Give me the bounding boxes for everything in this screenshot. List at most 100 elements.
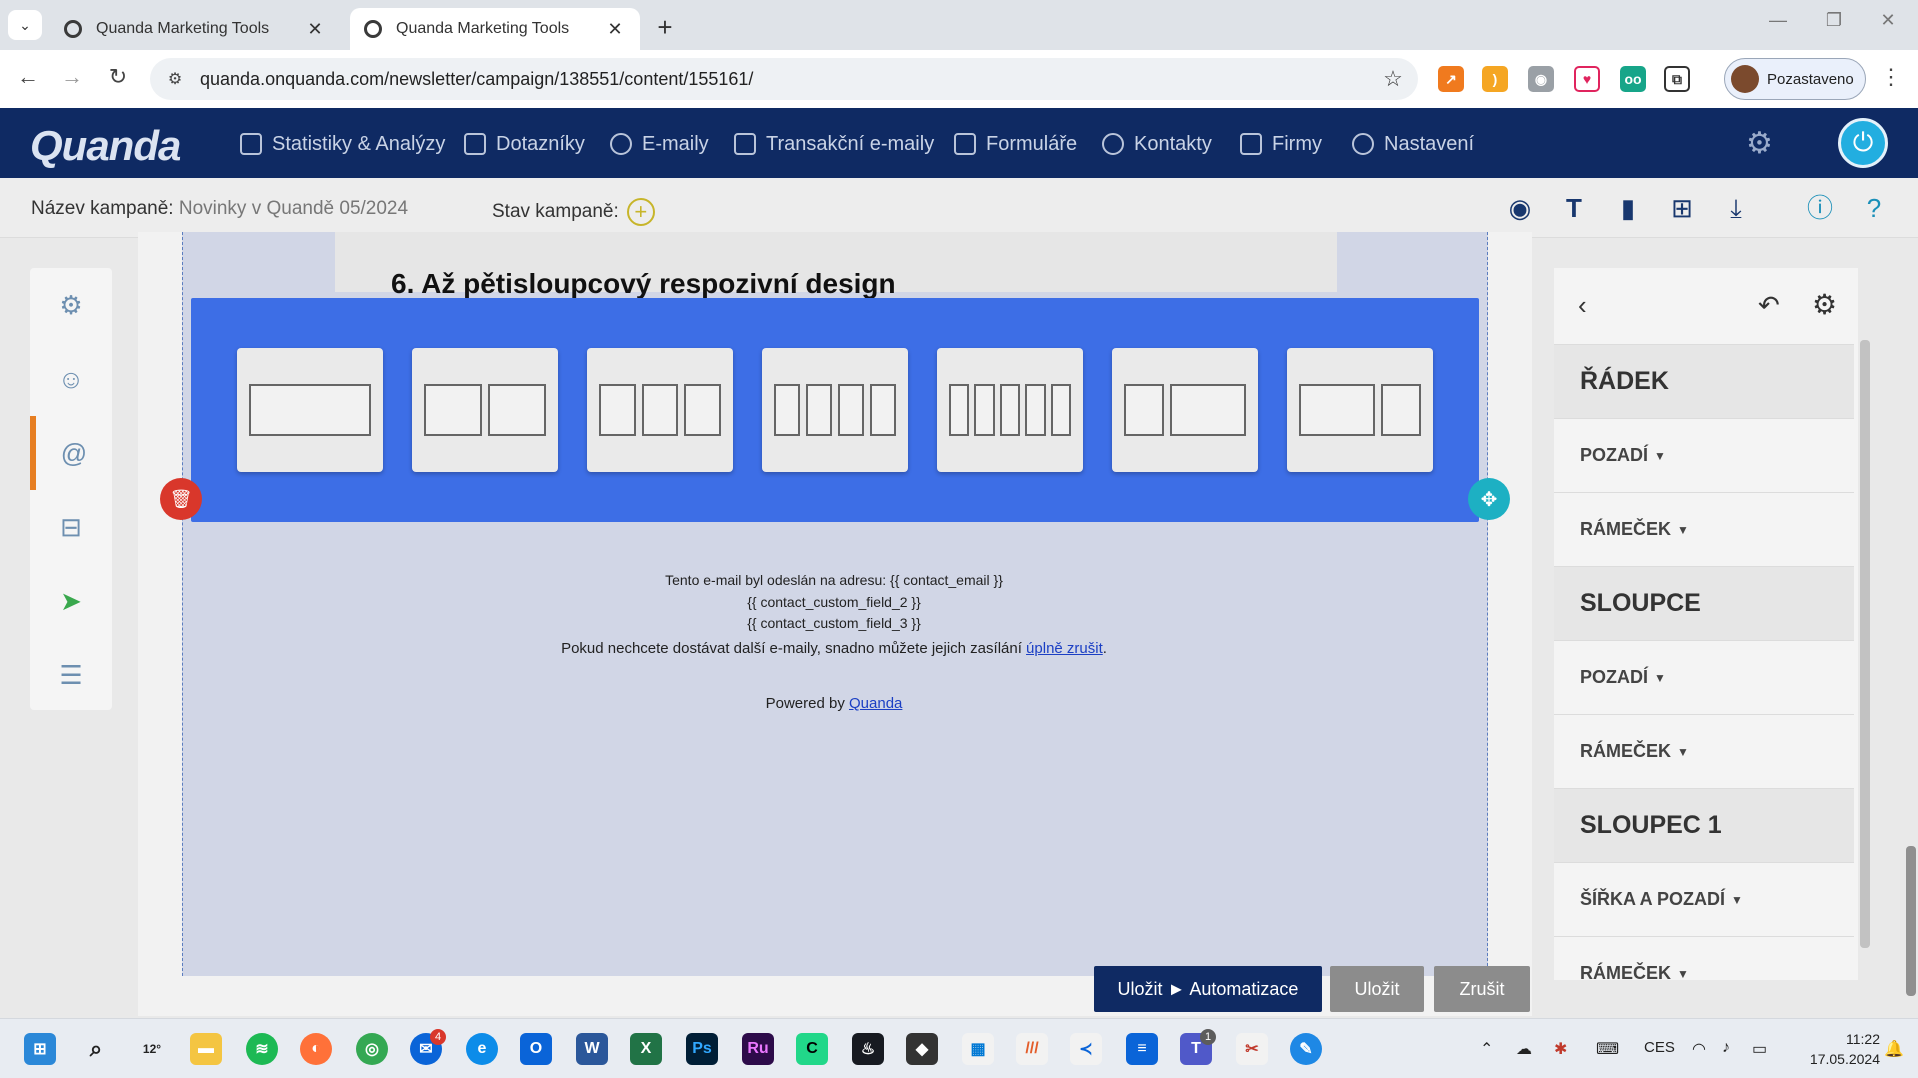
menu-item-statistics[interactable]: Statistiky & Analýzy [240,130,445,158]
column-width-background-toggle[interactable]: ŠÍŘKA A POZADÍ ▼ [1554,862,1854,936]
quanda-logo[interactable]: Quanda [30,122,181,170]
minimize-icon[interactable]: — [1756,10,1800,31]
email-heading[interactable]: 6. Až pětisloupcový respozivní design [391,268,896,300]
extensions-puzzle-icon[interactable]: ⧉ [1664,66,1690,92]
powered-by-link[interactable]: Quanda [849,695,902,712]
settings-gear-icon[interactable]: ⚙ [1746,126,1773,161]
reload-icon[interactable]: ↻ [102,64,134,90]
keyboard-icon[interactable]: ⌨ [1596,1039,1619,1059]
url-text[interactable]: quanda.onquanda.com/newsletter/campaign/… [200,69,1368,90]
restore-icon[interactable]: ❐ [1812,10,1856,31]
inkscape-icon[interactable]: ◆ [906,1033,938,1065]
download-document-icon[interactable]: ⤓ [1720,192,1752,224]
properties-scrollbar[interactable] [1860,340,1870,948]
vscode-icon[interactable]: ≺ [1070,1033,1102,1065]
store-icon[interactable]: ▦ [962,1033,994,1065]
row-background-toggle[interactable]: POZADÍ ▼ [1554,418,1854,492]
new-document-icon[interactable]: ⊞ [1666,192,1698,224]
weather-icon[interactable]: 12° [136,1033,168,1065]
email-at-icon[interactable]: @ [30,416,112,490]
battery-icon[interactable]: ▭ [1752,1039,1767,1059]
close-icon[interactable]: ✕ [304,19,326,40]
photoshop-icon[interactable]: Ps [686,1033,718,1065]
chevron-up-icon[interactable]: ⌃ [1480,1039,1493,1059]
scrollbar-thumb[interactable] [1860,340,1870,948]
edge-icon[interactable]: e [466,1033,498,1065]
help-icon[interactable]: ? [1858,192,1890,224]
menu-item-settings[interactable]: Nastavení [1352,130,1474,158]
winrar-icon[interactable]: /// [1016,1033,1048,1065]
new-tab-button[interactable]: + [650,12,680,43]
premiere-rush-icon[interactable]: Ru [742,1033,774,1065]
address-bar[interactable]: ⚙ quanda.onquanda.com/newsletter/campaig… [150,58,1418,100]
save-automation-button[interactable]: Uložit ► Automatizace [1094,966,1322,1012]
notepad-icon[interactable]: ≡ [1126,1033,1158,1065]
window-close-icon[interactable]: ✕ [1866,10,1910,31]
save-button[interactable]: Uložit [1330,966,1424,1012]
scrollbar-thumb[interactable] [1906,846,1916,996]
firefox-icon[interactable]: ◐ [300,1033,332,1065]
columns-border-toggle[interactable]: RÁMEČEK ▼ [1554,714,1854,788]
preview-eye-icon[interactable]: ◉ [1504,192,1536,224]
camera-icon[interactable]: ◉ [1528,66,1554,92]
volume-icon[interactable]: ♪ [1722,1039,1730,1057]
pycharm-icon[interactable]: C [796,1033,828,1065]
unsubscribe-link[interactable]: úplně zrušit [1026,640,1103,657]
word-icon[interactable]: W [576,1033,608,1065]
pocket-icon[interactable]: ♥ [1574,66,1600,92]
cancel-button[interactable]: Zrušit [1434,966,1530,1012]
back-icon[interactable]: ← [12,64,44,90]
menu-item-contacts[interactable]: Kontakty [1102,130,1212,158]
recipients-icon[interactable]: ☺ [30,342,112,416]
tab-search-button[interactable]: ⌄ [8,10,42,40]
notification-bell-icon[interactable]: 🔔 [1884,1039,1904,1059]
spotify-icon[interactable]: ≋ [246,1033,278,1065]
file-explorer-icon[interactable]: ▬ [190,1033,222,1065]
undo-icon[interactable]: ↶ [1758,290,1780,321]
search-icon[interactable]: ⌕ [80,1033,112,1065]
info-icon[interactable]: ⓘ [1804,192,1836,224]
steam-icon[interactable]: ♨ [852,1033,884,1065]
windows-start-icon[interactable]: ⊞ [24,1033,56,1065]
bookmark-star-icon[interactable]: ☆ [1368,66,1418,92]
extension-green-icon[interactable]: oo [1620,66,1646,92]
paint-icon[interactable]: ✎ [1290,1033,1322,1065]
campaign-name-value[interactable]: Novinky v Quandě 05/2024 [179,198,408,219]
outlook-icon[interactable]: O [520,1033,552,1065]
rss-icon[interactable]: ) [1482,66,1508,92]
blocks-icon[interactable]: ⊟ [30,490,112,564]
layout-1-column[interactable] [237,348,383,472]
layout-4-columns[interactable] [762,348,908,472]
extension-chart-icon[interactable]: ↗ [1438,66,1464,92]
layout-5-columns[interactable] [937,348,1083,472]
menu-item-emails[interactable]: E-maily [610,130,709,158]
snipping-tool-icon[interactable]: ✂ [1236,1033,1268,1065]
gear-icon[interactable]: ⚙ [1812,288,1837,321]
paint-brush-icon[interactable]: ▮ [1612,192,1644,224]
forward-icon[interactable]: → [56,64,88,90]
add-state-icon[interactable]: + [626,198,655,226]
close-icon[interactable]: ✕ [604,19,626,40]
language-indicator[interactable]: CES [1644,1039,1675,1056]
chevron-left-icon[interactable]: ‹ [1578,290,1587,321]
browser-menu-icon[interactable]: ⋮ [1880,64,1902,90]
move-row-button[interactable]: ✥ [1468,478,1510,520]
page-scrollbar[interactable] [1904,246,1918,1016]
text-style-icon[interactable]: T [1558,192,1590,224]
excel-icon[interactable]: X [630,1033,662,1065]
site-settings-icon[interactable]: ⚙ [150,69,200,89]
menu-item-transactional-emails[interactable]: Transakční e-maily [734,130,934,158]
menu-item-forms[interactable]: Formuláře [954,130,1077,158]
onedrive-cloud-icon[interactable]: ☁ [1516,1039,1532,1059]
power-icon[interactable]: ⏻ [1838,118,1888,168]
layout-2-columns[interactable] [412,348,558,472]
wifi-icon[interactable]: ◠ [1692,1039,1706,1059]
settings-gear-icon[interactable]: ⚙ [30,268,112,342]
profile-button[interactable]: Pozastaveno [1724,58,1866,100]
column-border-toggle[interactable]: RÁMEČEK ▼ [1554,936,1854,980]
browser-tab-1[interactable]: Quanda Marketing Tools ✕ [50,8,340,50]
layout-1-2-columns[interactable] [1112,348,1258,472]
menu-item-surveys[interactable]: Dotazníky [464,130,585,158]
browser-tab-2[interactable]: Quanda Marketing Tools ✕ [350,8,640,50]
security-icon[interactable]: ✱ [1554,1039,1567,1059]
